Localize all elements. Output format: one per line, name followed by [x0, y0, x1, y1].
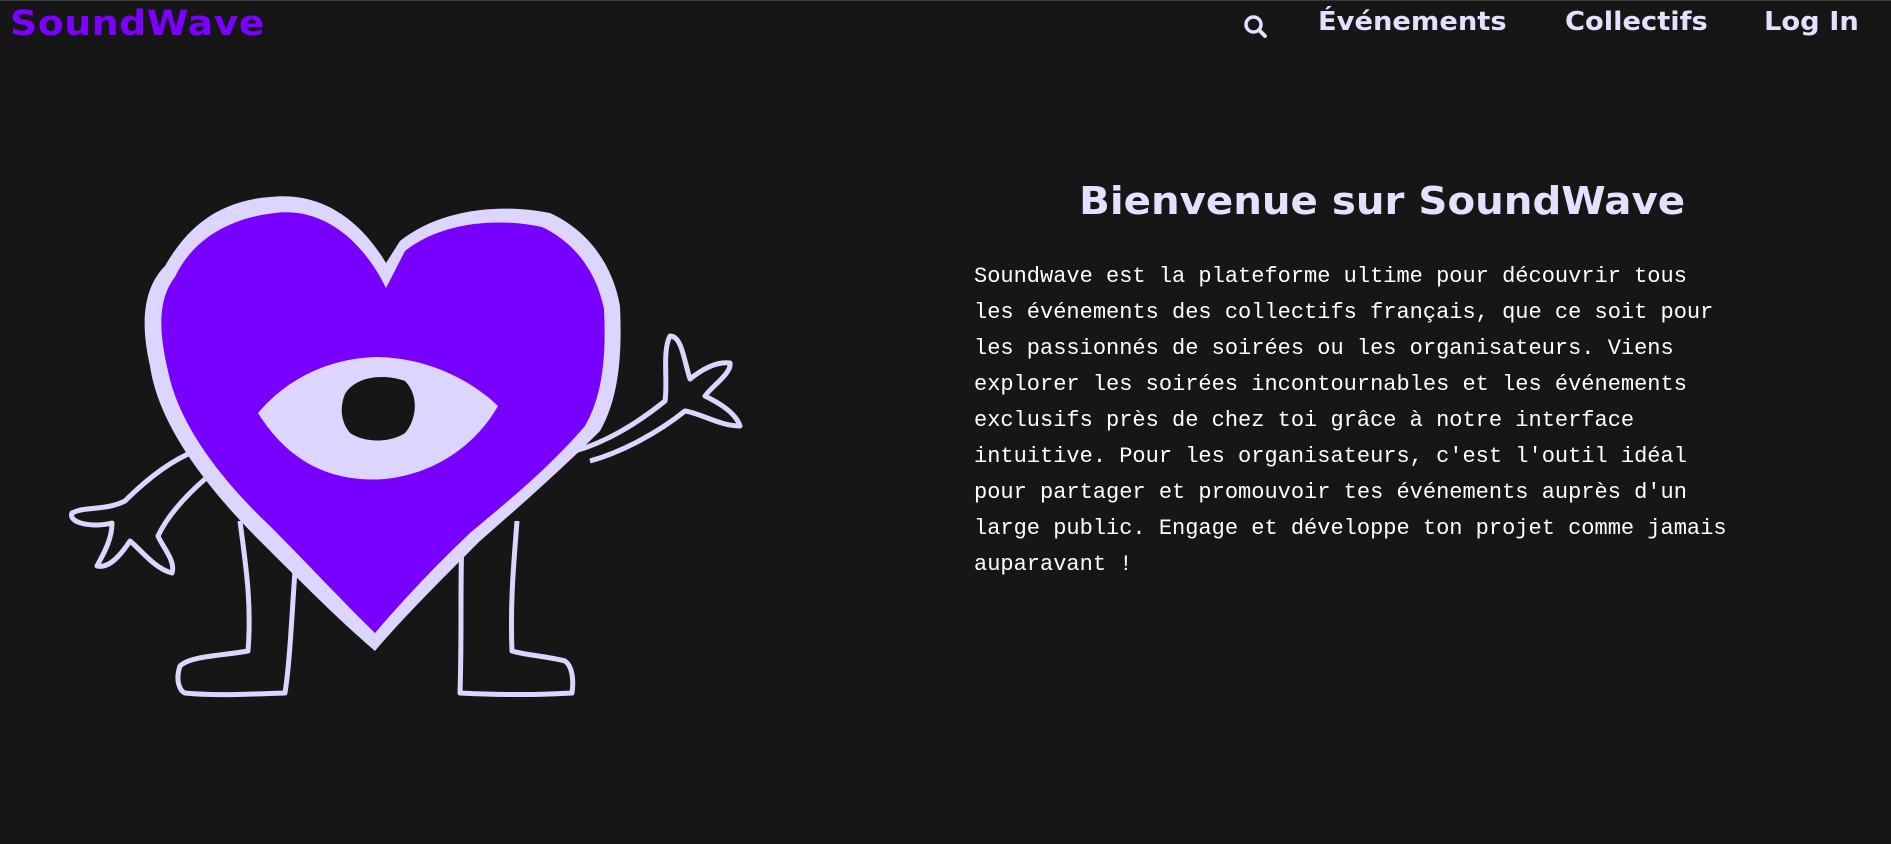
top-navbar: SoundWave Événements Collectifs Log In — [0, 1, 1891, 51]
hero-title: Bienvenue sur SoundWave — [1079, 179, 1686, 223]
hero-description: Soundwave est la plateforme ultime pour … — [974, 264, 1727, 577]
brand-logo-link[interactable]: SoundWave — [10, 4, 265, 44]
heart-mascot-illustration — [69, 196, 743, 698]
nav-link-collectifs[interactable]: Collectifs — [1565, 7, 1708, 37]
page: SoundWave Événements Collectifs Log In B… — [0, 0, 1891, 844]
nav-link-evenements[interactable]: Événements — [1318, 7, 1507, 37]
search-button[interactable] — [1240, 11, 1272, 43]
mascot-left-arm — [69, 448, 207, 576]
mascot-eye-pupil — [341, 377, 415, 441]
mascot-right-leg — [457, 520, 576, 697]
search-icon — [1244, 15, 1267, 38]
nav-link-login[interactable]: Log In — [1764, 7, 1859, 37]
